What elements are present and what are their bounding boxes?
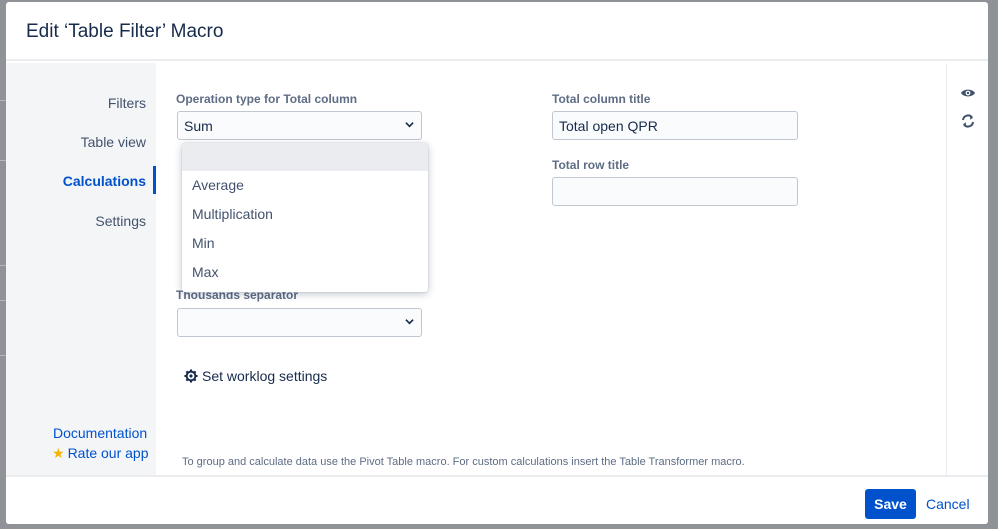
- total-column-title-input[interactable]: Total open QPR: [552, 111, 798, 140]
- sidebar-item-calculations[interactable]: Calculations: [63, 173, 146, 189]
- dropdown-option-multiplication[interactable]: Multiplication: [182, 200, 428, 228]
- dialog-title: Edit ‘Table Filter’ Macro: [26, 21, 224, 42]
- macro-editor-dialog: Edit ‘Table Filter’ Macro Filters Table …: [6, 2, 988, 524]
- dropdown-option-min[interactable]: Min: [182, 229, 428, 257]
- dropdown-option-max[interactable]: Max: [182, 258, 428, 286]
- total-column-title-label: Total column title: [552, 92, 651, 106]
- total-column-title-value: Total open QPR: [559, 118, 658, 134]
- set-worklog-settings-label: Set worklog settings: [202, 368, 328, 384]
- dialog-header: Edit ‘Table Filter’ Macro: [6, 2, 988, 61]
- set-worklog-settings-link[interactable]: Set worklog settings: [184, 368, 327, 384]
- save-button[interactable]: Save: [865, 489, 916, 519]
- dropdown-option-empty[interactable]: [182, 143, 428, 171]
- operation-type-select[interactable]: Sum: [177, 111, 422, 140]
- star-icon: ★: [52, 445, 65, 461]
- sidebar-item-settings[interactable]: Settings: [95, 213, 146, 229]
- operation-type-dropdown: Average Multiplication Min Max: [182, 143, 428, 292]
- dialog-footer: Save Cancel: [6, 475, 988, 524]
- sidebar-item-table-view[interactable]: Table view: [81, 134, 146, 150]
- cancel-button[interactable]: Cancel: [926, 496, 970, 512]
- operation-type-label: Operation type for Total column: [176, 92, 358, 106]
- preview-rail: [946, 63, 988, 475]
- refresh-icon[interactable]: [960, 113, 976, 129]
- documentation-link[interactable]: Documentation: [53, 425, 147, 441]
- pivot-table-hint: To group and calculate data use the Pivo…: [182, 456, 745, 468]
- gear-icon: [184, 369, 198, 383]
- total-row-title-label: Total row title: [552, 158, 630, 172]
- rate-our-app-label: Rate our app: [67, 445, 149, 461]
- rate-our-app-link[interactable]: ★ Rate our app: [52, 445, 149, 462]
- operation-type-value: Sum: [184, 118, 213, 134]
- chevron-down-icon: [405, 122, 414, 128]
- total-row-title-input[interactable]: [552, 177, 798, 206]
- eye-icon[interactable]: [960, 85, 976, 101]
- sidebar: Filters Table view Calculations Settings…: [6, 63, 156, 475]
- chevron-down-icon: [405, 319, 414, 325]
- thousands-separator-select[interactable]: [177, 308, 422, 337]
- calculations-panel: Operation type for Total column Sum Aver…: [156, 63, 946, 475]
- dropdown-option-average[interactable]: Average: [182, 171, 428, 199]
- sidebar-item-filters[interactable]: Filters: [108, 95, 146, 111]
